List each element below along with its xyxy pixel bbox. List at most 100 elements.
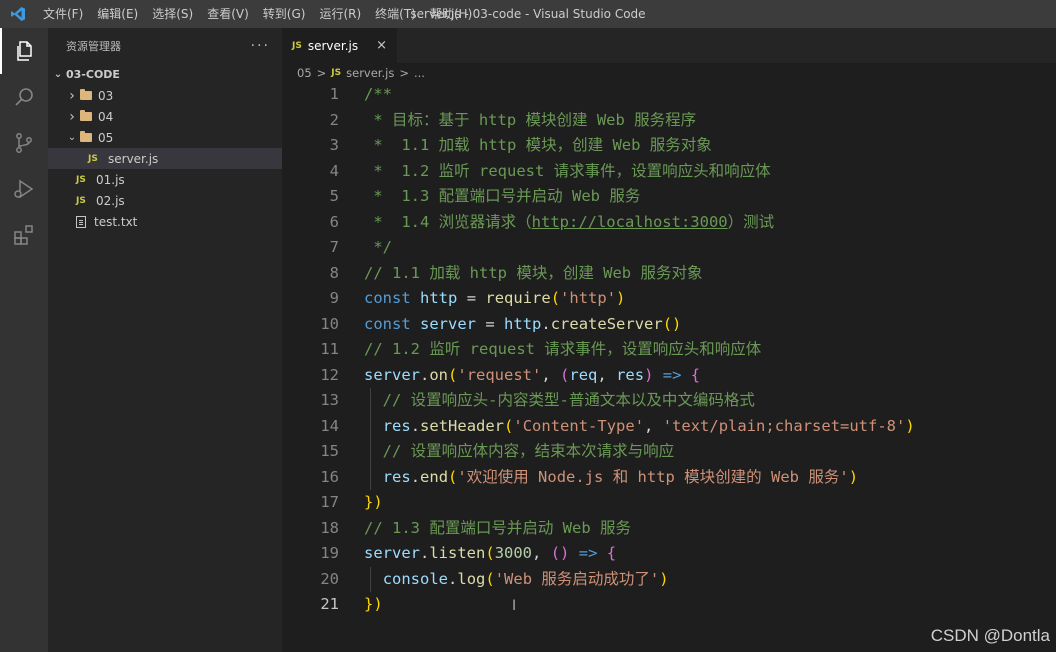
workspace-root[interactable]: ⌄ 03-CODE xyxy=(48,63,282,85)
line-number: 18 xyxy=(320,518,339,537)
tree-file[interactable]: test.txt xyxy=(48,211,282,232)
source-control-icon[interactable] xyxy=(0,120,48,166)
line-number: 9 xyxy=(329,289,339,307)
code-line[interactable]: 18 // 1.3 配置端口号并启动 Web 服务 xyxy=(282,516,1056,542)
chevron-down-icon: ⌄ xyxy=(53,68,63,80)
line-number: 8 xyxy=(329,263,339,282)
code-line[interactable]: 1 /** xyxy=(282,82,1056,108)
line-number: 3 xyxy=(329,136,339,154)
chevron-down-icon: ⌄ xyxy=(67,132,77,143)
chevron-right-icon: › xyxy=(69,87,75,104)
sidebar-title: 资源管理器 xyxy=(66,39,121,53)
menu-item[interactable]: 查看(V) xyxy=(200,0,256,28)
code-line[interactable]: 8 // 1.1 加载 http 模块，创建 Web 服务对象 xyxy=(282,261,1056,287)
code-text: }) xyxy=(364,595,383,613)
code-line[interactable]: 7 */ xyxy=(282,235,1056,261)
breadcrumb-separator: > xyxy=(316,66,327,80)
tab-label: server.js xyxy=(307,38,359,53)
tree-item-label: 04 xyxy=(98,109,114,124)
code-text: res.setHeader('Content-Type', 'text/plai… xyxy=(364,413,915,439)
tree-folder[interactable]: › 04 xyxy=(48,106,282,127)
tree-item-label: 05 xyxy=(98,130,114,145)
code-line[interactable]: 3 * 1.1 加载 http 模块，创建 Web 服务对象 xyxy=(282,133,1056,159)
menu-item[interactable]: 转到(G) xyxy=(256,0,313,28)
code-line[interactable]: 10 const server = http.createServer() xyxy=(282,312,1056,338)
breadcrumb-folder[interactable]: 05 xyxy=(297,66,312,80)
menu-item[interactable]: 帮助(H) xyxy=(423,0,479,28)
line-number: 20 xyxy=(320,569,339,588)
line-number: 4 xyxy=(329,161,339,180)
code-line[interactable]: 15 // 设置响应体内容，结束本次请求与响应 xyxy=(282,439,1056,465)
tab-server-js[interactable]: JS server.js × xyxy=(282,28,398,63)
code-text: // 1.1 加载 http 模块，创建 Web 服务对象 xyxy=(364,263,703,282)
menu-item[interactable]: 文件(F) xyxy=(36,0,90,28)
code-line[interactable]: 19 server.listen(3000, () => { xyxy=(282,541,1056,567)
watermark: CSDN @Dontla xyxy=(930,626,1050,645)
code-text: server.listen(3000, () => { xyxy=(364,544,617,562)
code-text: * 1.4 浏览器请求（http://localhost:3000）测试 xyxy=(364,212,775,231)
tree-file[interactable]: JS 02.js xyxy=(48,190,282,211)
folder-icon xyxy=(80,89,92,100)
tree-item-label: test.txt xyxy=(94,214,138,229)
explorer-icon[interactable] xyxy=(0,28,48,74)
menu-item[interactable]: 终端(T) xyxy=(368,0,423,28)
js-file-icon: JS xyxy=(76,174,86,185)
code-line[interactable]: 6 * 1.4 浏览器请求（http://localhost:3000）测试 xyxy=(282,210,1056,236)
js-file-icon: JS xyxy=(331,68,342,78)
code-line[interactable]: 13 // 设置响应头-内容类型-普通文本以及中文编码格式 xyxy=(282,388,1056,414)
code-line[interactable]: 11 // 1.2 监听 request 请求事件，设置响应头和响应体 xyxy=(282,337,1056,363)
code-text: */ xyxy=(364,238,392,256)
breadcrumb-symbol[interactable]: ... xyxy=(414,66,425,80)
tree-folder[interactable]: ⌄ 05 xyxy=(48,127,282,148)
menu-item[interactable]: 选择(S) xyxy=(145,0,200,28)
code-text: server.on('request', (req, res) => { xyxy=(364,365,701,384)
code-text: /** xyxy=(364,85,392,103)
code-text: * 1.1 加载 http 模块，创建 Web 服务对象 xyxy=(364,136,712,154)
code-text: }) xyxy=(364,493,383,511)
menu-item[interactable]: 编辑(E) xyxy=(90,0,145,28)
code-line[interactable]: 4 * 1.2 监听 request 请求事件，设置响应头和响应体 xyxy=(282,159,1056,185)
line-number: 6 xyxy=(329,212,339,231)
code-line[interactable]: 14 res.setHeader('Content-Type', 'text/p… xyxy=(282,413,1056,439)
code-line[interactable]: 5 * 1.3 配置端口号并启动 Web 服务 xyxy=(282,184,1056,210)
tree-folder[interactable]: › 03 xyxy=(48,85,282,106)
file-tree: › 03 › 04 ⌄ 05 JS server.js JS 01.js JS 02.js test.t… xyxy=(48,85,282,232)
line-number: 12 xyxy=(320,365,339,384)
line-number: 11 xyxy=(320,340,339,358)
text-cursor-icon: I xyxy=(512,598,517,614)
run-debug-icon[interactable] xyxy=(0,166,48,212)
code-line[interactable]: 20 console.log('Web 服务启动成功了') xyxy=(282,566,1056,592)
indent-guide xyxy=(370,413,371,439)
code-text: // 设置响应体内容，结束本次请求与响应 xyxy=(364,439,674,465)
line-number: 7 xyxy=(329,238,339,256)
code-text: const server = http.createServer() xyxy=(364,314,682,333)
workspace-root-label: 03-CODE xyxy=(66,67,120,81)
code-line[interactable]: 2 * 目标：基于 http 模块创建 Web 服务程序 xyxy=(282,108,1056,134)
title-bar: 文件(F) 编辑(E) 选择(S) 查看(V) 转到(G) 运行(R) 终端(T) 帮助(H)… xyxy=(0,0,1056,28)
search-icon[interactable] xyxy=(0,74,48,120)
line-number: 14 xyxy=(320,416,339,435)
tree-item-label: server.js xyxy=(108,151,159,166)
text-file-icon xyxy=(76,215,86,228)
code-line[interactable]: 17}) xyxy=(282,490,1056,516)
code-line[interactable]: 9 const http = require('http') xyxy=(282,286,1056,312)
menu-bar: 文件(F) 编辑(E) 选择(S) 查看(V) 转到(G) 运行(R) 终端(T) 帮助(H) xyxy=(36,0,479,28)
code-line[interactable]: 12 server.on('request', (req, res) => { xyxy=(282,363,1056,389)
breadcrumb-file[interactable]: server.js xyxy=(346,66,394,80)
code-text: const http = require('http') xyxy=(364,289,626,307)
code-editor[interactable]: 1/** 2 * 目标：基于 http 模块创建 Web 服务程序 3 * 1.1 … xyxy=(282,82,1056,652)
indent-guide xyxy=(370,464,371,490)
tree-file[interactable]: JS server.js xyxy=(48,148,282,169)
tree-file[interactable]: JS 01.js xyxy=(48,169,282,190)
close-icon[interactable]: × xyxy=(376,38,387,53)
code-text: console.log('Web 服务启动成功了') xyxy=(364,566,669,592)
menu-item[interactable]: 运行(R) xyxy=(312,0,368,28)
extensions-icon[interactable] xyxy=(0,212,48,258)
code-text: * 1.2 监听 request 请求事件，设置响应头和响应体 xyxy=(364,161,771,180)
more-actions-icon[interactable]: ··· xyxy=(251,38,270,54)
explorer-sidebar: 资源管理器 ··· ⌄ 03-CODE › 03 › 04 ⌄ 05 JS server.js… xyxy=(48,28,282,652)
code-line[interactable]: 16 res.end('欢迎使用 Node.js 和 http 模块创建的 We… xyxy=(282,464,1056,490)
line-number: 16 xyxy=(320,467,339,486)
code-line[interactable]: 21}) xyxy=(282,592,1056,618)
code-text: // 1.3 配置端口号并启动 Web 服务 xyxy=(364,518,631,537)
